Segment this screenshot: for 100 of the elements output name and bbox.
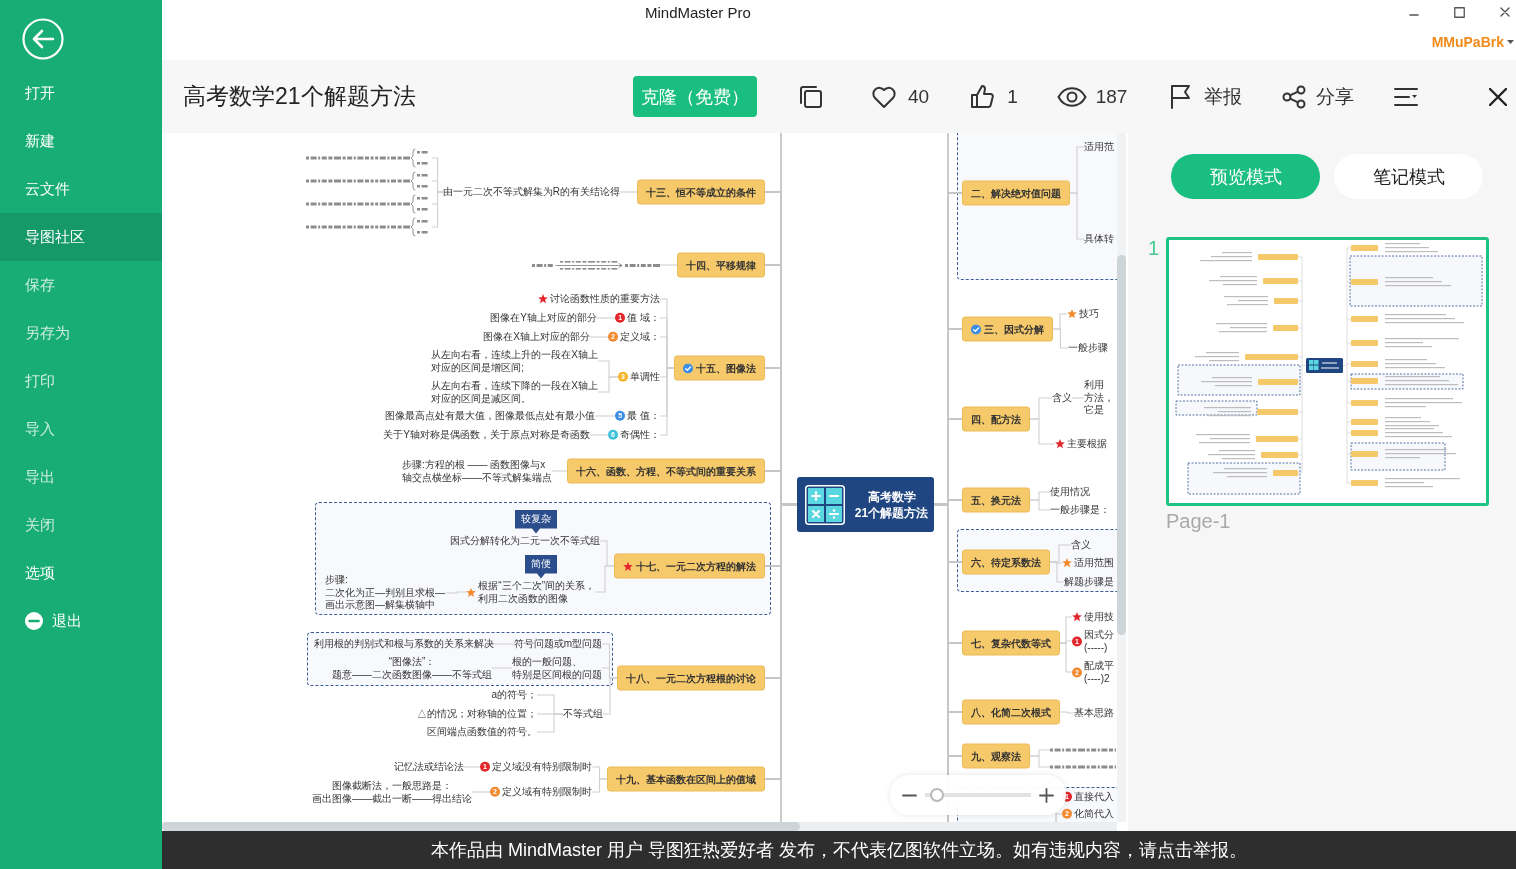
report-button[interactable]: 举报 <box>1170 83 1243 110</box>
maximize-icon[interactable] <box>1454 6 1465 18</box>
topic-label: 三、因式分解 <box>984 322 1044 336</box>
subtopic-label: 从左向右看，连续下降的一段在X轴上对应的区间是减区间。 <box>431 379 598 405</box>
menu-item[interactable]: 云文件 <box>0 165 162 213</box>
subtopic-label: 定义域没有特别限制时 <box>492 760 592 774</box>
subtopic-label: 直接代入 <box>1074 790 1114 804</box>
subtopic-label: 最 值： <box>627 409 660 423</box>
subtopic-label: 由一元二次不等式解集为R的有关结论得 <box>442 185 620 199</box>
subtopic-label: 含义 <box>1071 538 1091 552</box>
subtopic-label: 一般步骤 <box>1068 341 1108 355</box>
subtopic-label: 根的一般问题、特别是区间根的问题 <box>512 655 602 681</box>
menu-icon[interactable] <box>1394 86 1419 107</box>
subtopic-label: 图像最高点处有最大值，图像最低点处有最小值 <box>385 409 595 423</box>
share-icon <box>1282 84 1307 109</box>
subtopic-label: 利用方法，它是 <box>1084 379 1114 417</box>
topic-label: 十七、一元二次方程的解法 <box>636 559 756 573</box>
mode-tab[interactable]: 笔记模式 <box>1334 154 1483 199</box>
subtopic-label: 步骤:方程的根 —— 函数图像与x轴交点横坐标——不等式解集端点 <box>402 458 552 484</box>
minus-circle-icon <box>25 612 43 630</box>
thumbs-up-button[interactable]: 1 <box>970 84 1018 109</box>
subtopic-label: 值 域： <box>627 311 660 325</box>
caret-icon[interactable] <box>1507 40 1514 44</box>
subtopic-label: 定义域： <box>620 330 660 344</box>
subtopic-label: 基本思路 <box>1074 706 1114 720</box>
subtopic-label: △的情况；对称轴的位置； <box>417 707 537 721</box>
subtopic-label: 配成平 (----)2 <box>1084 659 1114 685</box>
topic-node: 五、换元法 <box>962 487 1030 513</box>
subtopic-label: 使用情况 <box>1050 485 1090 499</box>
subtopic-label: 因式分 (-----) <box>1084 628 1114 654</box>
subtopic-label: 具体转 <box>1084 232 1114 246</box>
topic-node: 九、观察法 <box>962 743 1030 769</box>
subtopic-label: “图像法”：题意——二次函数图像——不等式组 <box>332 655 492 681</box>
scrollbar-thumb[interactable] <box>1117 255 1126 635</box>
window-title: MindMaster Pro <box>645 3 751 21</box>
connector-line <box>594 565 615 593</box>
subtopic-label: 解题步骤是 <box>1064 575 1114 589</box>
subtopic-label: 讨论函数性质的重要方法 <box>550 292 660 306</box>
subtopic-label: 定义域有特别限制时 <box>502 785 592 799</box>
subtopic-label: 使用技 <box>1084 610 1114 624</box>
user-name[interactable]: MMuPaBrk <box>1431 34 1504 50</box>
topic-node: 十六、函数、方程、不等式间的重要关系 <box>567 458 765 484</box>
page-label: Page-1 <box>1166 509 1231 533</box>
close-icon[interactable] <box>1489 87 1508 106</box>
subtopic-label: 图像截断法，一般思路是：画出图像——截出一断——得出结论 <box>312 779 472 805</box>
eye-icon <box>1056 86 1087 107</box>
subtopic-label: 根据“三个二次”间的关系，利用二次函数的图像 <box>478 579 595 605</box>
subtopic-label: 一般步骤是： <box>1050 503 1110 517</box>
topic-label: 十五、图像法 <box>696 361 756 375</box>
disclaimer-text: 本作品由 MindMaster 用户 导图狂热爱好者 发布，不代表亿图软件立场。如有违规内容，请点击举报。 <box>431 839 1247 862</box>
subtopic-label: 含义 <box>1052 391 1072 405</box>
like-button[interactable]: 40 <box>871 84 930 109</box>
menu-item[interactable]: 打开 <box>0 69 162 117</box>
subtopic-label: 关于Y轴对称是偶函数，关于原点对称是奇函数 <box>383 428 590 442</box>
subtopic-label: 步骤:二次化为正—判别且求根—画出示意图—解集横轴中 <box>325 574 445 612</box>
mode-tab[interactable]: 预览模式 <box>1171 154 1320 199</box>
menu-item[interactable]: 退出 <box>0 597 162 645</box>
subtopic-label: 区间端点函数值的符号。 <box>427 725 537 739</box>
subtopic-label: 不等式组 <box>563 707 603 721</box>
page-number: 1 <box>1147 237 1159 261</box>
copy-icon[interactable] <box>798 84 823 109</box>
topic-node: 八、化简二次根式 <box>962 699 1060 725</box>
connector-line <box>591 778 608 793</box>
menu-item[interactable]: 新建 <box>0 117 162 165</box>
scrollbar-thumb[interactable] <box>162 822 800 831</box>
topic-node: 十四、平移规律 <box>677 252 765 278</box>
close-icon[interactable] <box>1500 7 1510 17</box>
subtopic-label: 主要根据 <box>1067 437 1107 451</box>
subtopic-label: 适用范 <box>1084 140 1114 154</box>
topic-node: 二、解决绝对值问题 <box>962 180 1070 206</box>
subtopic-label: 图像在X轴上对应的部分 <box>483 330 590 344</box>
clone-button[interactable]: 克隆（免费） <box>633 76 757 117</box>
topic-node: 六、待定系数法 <box>962 549 1050 575</box>
topic-node: 四、配方法 <box>962 406 1030 432</box>
central-topic-text: 高考数学 21个解题方法 <box>853 488 930 521</box>
menu-item[interactable]: 导图社区 <box>0 213 162 261</box>
document-title: 高考数学21个解题方法 <box>183 82 417 111</box>
subtopic-label: a的符号； <box>491 688 537 702</box>
back-icon[interactable] <box>22 18 64 60</box>
heart-icon <box>871 84 897 109</box>
topic-node: 十九、基本函数在区间上的值域 <box>607 766 765 792</box>
subtopic-label: 化简代入 <box>1074 807 1114 821</box>
topic-node: 七、复杂代数等式 <box>962 630 1060 656</box>
connector-line <box>1052 328 1069 349</box>
subtopic-label: 符号问题或m型问题 <box>513 637 602 651</box>
menu-item[interactable]: 选项 <box>0 549 162 597</box>
subtopic-label: 利用根的判别式和根与系数的关系来解决 <box>314 637 494 651</box>
topic-node: 十三、恒不等成立的条件 <box>637 179 765 205</box>
slider-thumb[interactable] <box>929 788 944 802</box>
connector-line <box>1069 192 1085 240</box>
subtopic-label: 图像在Y轴上对应的部分 <box>490 311 597 325</box>
calculator-icon <box>805 484 845 525</box>
view-count: 187 <box>1095 85 1128 108</box>
subtopic-label: 单调性 <box>630 370 660 384</box>
zoom-in-icon[interactable] <box>1039 787 1054 803</box>
subtopic-label: 记忆法或结论法 <box>394 760 464 774</box>
subtopic-label: 因式分解转化为二元一次不等式组 <box>450 534 600 548</box>
subtopic-label: 从左向右看，连续上升的一段在X轴上对应的区间是增区间; <box>431 348 598 374</box>
connector-line <box>1029 499 1051 511</box>
share-button[interactable]: 分享 <box>1282 83 1355 110</box>
